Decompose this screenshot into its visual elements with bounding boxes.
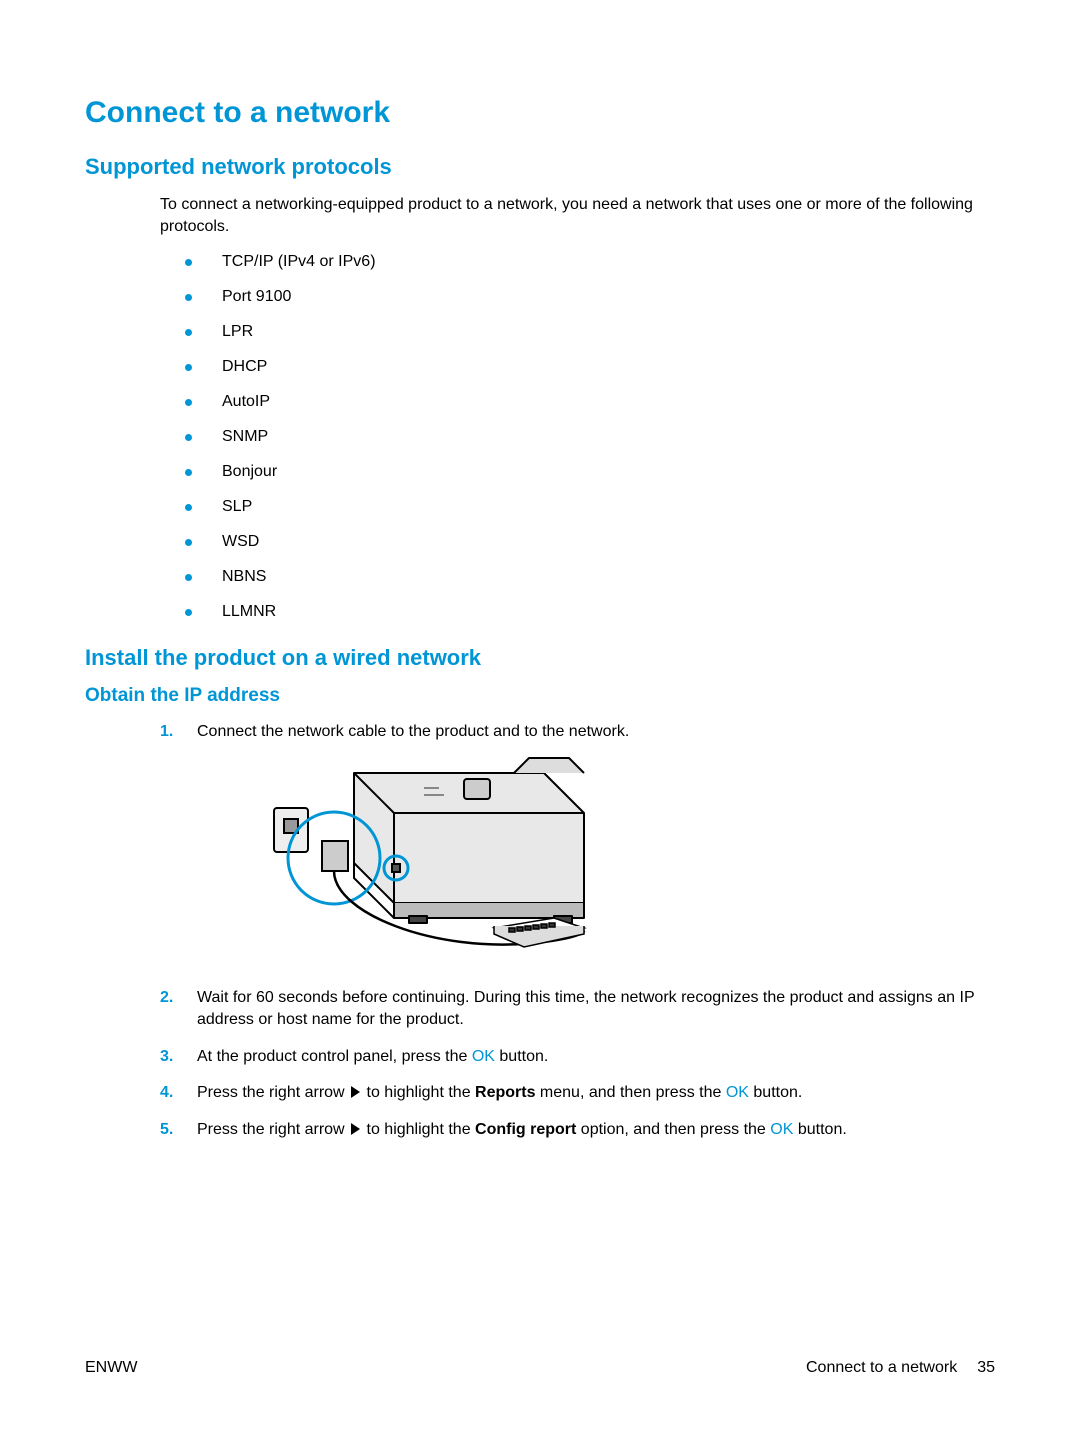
step-number: 2.: [160, 987, 173, 1009]
list-item: NBNS: [185, 568, 995, 586]
footer-left: ENWW: [85, 1359, 137, 1377]
list-item: SNMP: [185, 428, 995, 446]
section-ip-heading: Obtain the IP address: [85, 685, 995, 707]
step-item: 3. At the product control panel, press t…: [160, 1046, 995, 1068]
list-item: LPR: [185, 323, 995, 341]
ok-button-ref: OK: [770, 1121, 793, 1138]
steps-list: 1. Connect the network cable to the prod…: [160, 721, 995, 1140]
step-number: 3.: [160, 1046, 173, 1068]
list-item: DHCP: [185, 358, 995, 376]
list-item: WSD: [185, 533, 995, 551]
protocols-list: TCP/IP (IPv4 or IPv6) Port 9100 LPR DHCP…: [185, 253, 995, 621]
step-text: Press the right arrow to highlight the R…: [197, 1084, 802, 1101]
list-item: AutoIP: [185, 393, 995, 411]
page-footer: ENWW Connect to a network 35: [85, 1359, 995, 1377]
section-protocols-heading: Supported network protocols: [85, 154, 995, 180]
ok-button-ref: OK: [726, 1084, 749, 1101]
step-item: 4. Press the right arrow to highlight th…: [160, 1082, 995, 1104]
step-text: Press the right arrow to highlight the C…: [197, 1121, 847, 1138]
step-number: 4.: [160, 1082, 173, 1104]
page-title: Connect to a network: [85, 96, 995, 130]
list-item: Port 9100: [185, 288, 995, 306]
list-item: TCP/IP (IPv4 or IPv6): [185, 253, 995, 271]
ok-button-ref: OK: [472, 1048, 495, 1065]
section-install-heading: Install the product on a wired network: [85, 645, 995, 671]
step-item: 1. Connect the network cable to the prod…: [160, 721, 995, 969]
protocols-intro: To connect a networking-equipped product…: [160, 194, 995, 237]
step-text: At the product control panel, press the …: [197, 1048, 548, 1065]
step-text: Connect the network cable to the product…: [197, 723, 629, 740]
page-number: 35: [977, 1359, 995, 1377]
list-item: LLMNR: [185, 603, 995, 621]
right-arrow-icon: [351, 1086, 360, 1098]
list-item: Bonjour: [185, 463, 995, 481]
right-arrow-icon: [351, 1123, 360, 1135]
step-item: 2. Wait for 60 seconds before continuing…: [160, 987, 995, 1030]
step-number: 1.: [160, 721, 173, 743]
printer-network-illustration: [234, 753, 995, 970]
step-text: Wait for 60 seconds before continuing. D…: [197, 989, 974, 1028]
step-number: 5.: [160, 1119, 173, 1141]
footer-section-title: Connect to a network: [806, 1359, 957, 1377]
step-item: 5. Press the right arrow to highlight th…: [160, 1119, 995, 1141]
list-item: SLP: [185, 498, 995, 516]
